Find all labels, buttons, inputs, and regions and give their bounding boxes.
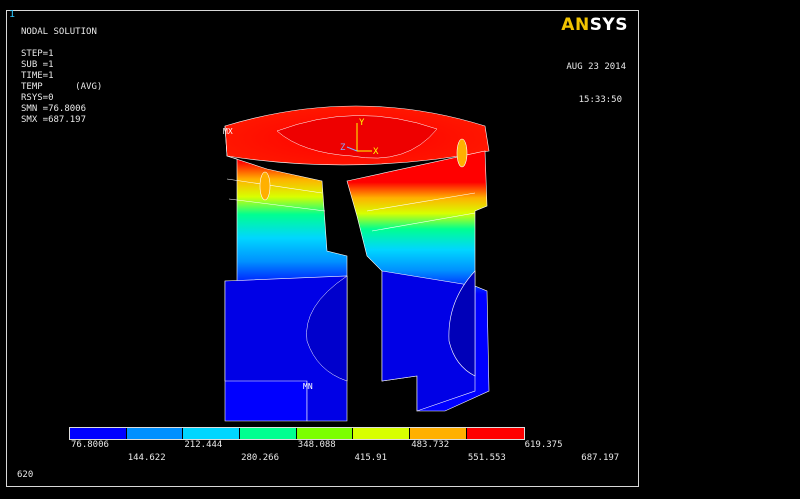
min-marker: MN (303, 382, 313, 391)
bottom-tag: 620 (17, 470, 34, 480)
legend-swatch (70, 428, 127, 439)
axis-y-label: Y (359, 118, 365, 128)
legend-label-top: 619.375 (524, 440, 563, 450)
legend-label-bottom: 144.622 (127, 453, 166, 463)
axis-x-label: X (373, 147, 379, 157)
info-line: SUB =1 (21, 60, 54, 70)
max-marker: MX (223, 127, 233, 136)
legend-swatch (183, 428, 241, 439)
info-line: STEP=1 (21, 49, 54, 59)
legend-label-bottom: 687.197 (581, 453, 620, 463)
contour-legend: 76.8006 212.444 348.088 483.732 619.375 144.6… (69, 427, 619, 463)
legend-label-bottom: 280.266 (241, 453, 280, 463)
graphics-viewport[interactable]: 1 ANSYS NODAL SOLUTION STEP=1 SUB =1 TIME=… (6, 9, 639, 487)
legend-swatch (240, 428, 297, 439)
ansys-logo: ANSYS (561, 15, 628, 35)
legend-color-bar (69, 427, 525, 440)
legend-swatch (353, 428, 411, 439)
info-line: SMN =76.8006 (21, 104, 87, 114)
piston-contour-plot: Y X Z MX MN (223, 105, 490, 422)
date-stamp: AUG 23 2014 15:33:50 (566, 40, 626, 128)
date-text: AUG 23 2014 (566, 62, 626, 72)
legend-swatch (296, 428, 354, 439)
info-line: SMX =687.197 (21, 115, 87, 125)
time-text: 15:33:50 (578, 95, 622, 105)
legend-label-bottom: 551.553 (467, 453, 506, 463)
piston-model[interactable]: Y X Z MX MN (207, 81, 507, 431)
legend-label-top: 483.732 (411, 440, 450, 450)
info-line: TEMP (AVG) (21, 82, 103, 92)
legend-swatch (126, 428, 184, 439)
legend-label-top: 76.8006 (71, 440, 109, 450)
info-line: TIME=1 (21, 71, 54, 81)
solution-info: NODAL SOLUTION STEP=1 SUB =1 TIME=1 TEMP (A… (21, 27, 102, 126)
legend-label-bottom: 415.91 (354, 453, 388, 463)
legend-label-top: 212.444 (184, 440, 223, 450)
info-line (21, 38, 102, 49)
legend-label-top: 348.088 (297, 440, 336, 450)
info-line: NODAL SOLUTION (21, 27, 97, 37)
legend-swatch (466, 428, 524, 439)
info-line: RSYS=0 (21, 93, 54, 103)
window-number: 1 (9, 9, 16, 20)
legend-swatch (410, 428, 467, 439)
axis-z-label: Z (340, 143, 346, 153)
